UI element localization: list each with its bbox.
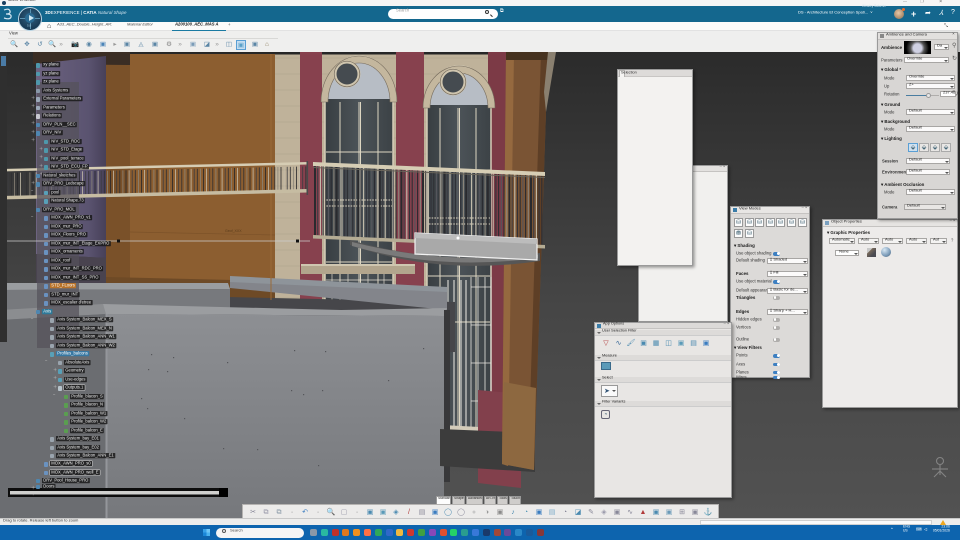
svg-text:Geof_XXX: Geof_XXX bbox=[225, 229, 242, 233]
